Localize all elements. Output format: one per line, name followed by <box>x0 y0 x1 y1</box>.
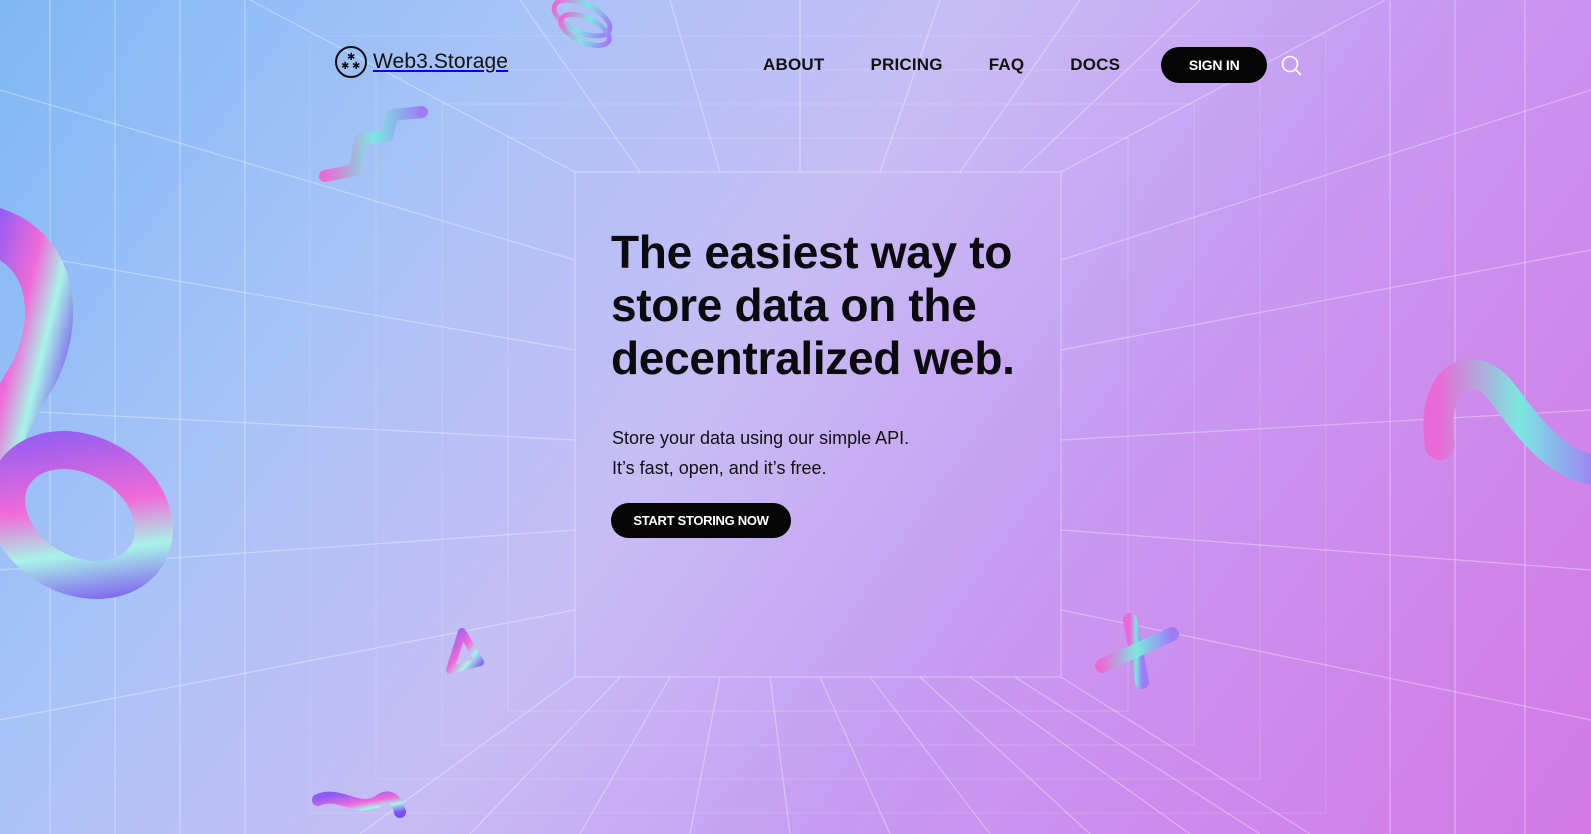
nav-docs-link[interactable]: DOCS <box>1070 55 1120 75</box>
nav-about-link[interactable]: ABOUT <box>763 55 824 75</box>
sign-in-button[interactable]: SIGN IN <box>1161 47 1268 83</box>
hero-subtitle: Store your data using our simple API. It… <box>612 423 909 483</box>
hero-title: The easiest way to store data on the dec… <box>611 226 1015 384</box>
background-grid <box>0 0 1591 834</box>
asterisk-cluster-logo-icon: ✱ ✱ ✱ <box>335 46 367 78</box>
brand-name: Web3.Storage <box>373 50 509 73</box>
nav-faq-link[interactable]: FAQ <box>989 55 1025 75</box>
search-icon[interactable] <box>1280 54 1302 76</box>
hero-subtitle-line-1: Store your data using our simple API. <box>612 428 910 448</box>
hero-subtitle-line-2: It’s fast, open, and it’s free. <box>612 458 827 478</box>
brand-logo-link[interactable]: ✱ ✱ ✱ Web3.Storage <box>335 46 508 78</box>
main-nav: ABOUT PRICING FAQ DOCS SIGN IN <box>740 47 1268 83</box>
nav-pricing-link[interactable]: PRICING <box>870 55 942 75</box>
start-storing-button[interactable]: START STORING NOW <box>611 503 791 538</box>
